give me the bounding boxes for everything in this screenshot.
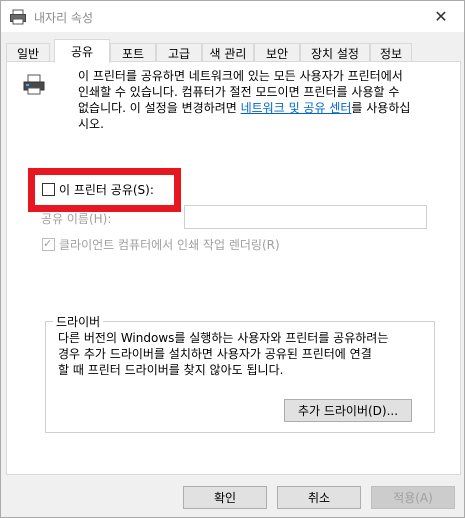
tab-device-settings[interactable]: 장치 설정 xyxy=(300,43,370,62)
driver-desc-line: 경우 추가 드라이버를 설치하면 사용자가 공유된 프린터에 연결 xyxy=(58,347,372,361)
tab-strip: 일반 공유 포트 고급 색 관리 보안 장치 설정 정보 xyxy=(6,39,461,63)
driver-description: 다른 버전의 Windows를 실행하는 사용자와 프린터를 공유하려는 경우 … xyxy=(58,330,423,378)
additional-drivers-button[interactable]: 추가 드라이버(D)... xyxy=(284,399,412,422)
title-bar: 내자리 속성 ✕ xyxy=(1,1,464,32)
desc-text: 없습니다. 이 설정을 변경하려면 xyxy=(78,101,241,115)
driver-desc-line: 할 때 프린터 드라이버를 찾지 않아도 됩니다. xyxy=(58,363,284,377)
sharing-description: 이 프린터를 공유하면 네트워크에 있는 모든 사용자가 프린터에서 인쇄할 수… xyxy=(78,68,448,132)
network-sharing-center-link[interactable]: 네트워크 및 공유 센터 xyxy=(241,101,352,115)
checkmark-icon: ✓ xyxy=(43,237,53,250)
printer-icon xyxy=(10,9,26,25)
share-name-label: 공유 이름(H): xyxy=(41,212,112,226)
tab-sharing[interactable]: 공유 xyxy=(54,39,110,63)
desc-line: 인쇄할 수 있습니다. 컴퓨터가 절전 모드이면 프린터를 사용할 수 xyxy=(78,85,400,99)
tab-about[interactable]: 정보 xyxy=(370,43,412,62)
desc-line: 이 프린터를 공유하면 네트워크에 있는 모든 사용자가 프린터에서 xyxy=(78,69,403,83)
close-icon: ✕ xyxy=(434,7,448,26)
desc-text: 를 사용하십 xyxy=(351,101,411,115)
desc-line: 없습니다. 이 설정을 변경하려면 네트워크 및 공유 센터를 사용하십 xyxy=(78,100,448,116)
window-title: 내자리 속성 xyxy=(34,11,94,25)
highlight-annotation xyxy=(28,168,181,212)
tab-advanced[interactable]: 고급 xyxy=(156,43,202,62)
driver-group-title: 드라이버 xyxy=(53,313,104,330)
shared-printer-icon xyxy=(23,74,45,95)
render-jobs-label[interactable]: 클라이언트 컴퓨터에서 인쇄 작업 렌더링(R) xyxy=(59,236,280,253)
printer-properties-window: 내자리 속성 ✕ 일반 공유 포트 고급 색 관리 보안 장치 설정 정보 이 … xyxy=(0,0,465,518)
apply-button[interactable]: 적용(A) xyxy=(371,486,455,509)
tab-general[interactable]: 일반 xyxy=(6,43,50,62)
cancel-button[interactable]: 취소 xyxy=(277,486,361,509)
ok-button[interactable]: 확인 xyxy=(183,486,267,509)
close-button[interactable]: ✕ xyxy=(418,1,464,32)
desc-line: 시오. xyxy=(78,117,104,131)
tab-ports[interactable]: 포트 xyxy=(110,43,156,62)
tab-security[interactable]: 보안 xyxy=(254,43,300,62)
share-name-input[interactable] xyxy=(184,205,427,229)
driver-desc-line: 다른 버전의 Windows를 실행하는 사용자와 프린터를 공유하려는 xyxy=(58,331,389,345)
tab-color-management[interactable]: 색 관리 xyxy=(202,43,254,62)
